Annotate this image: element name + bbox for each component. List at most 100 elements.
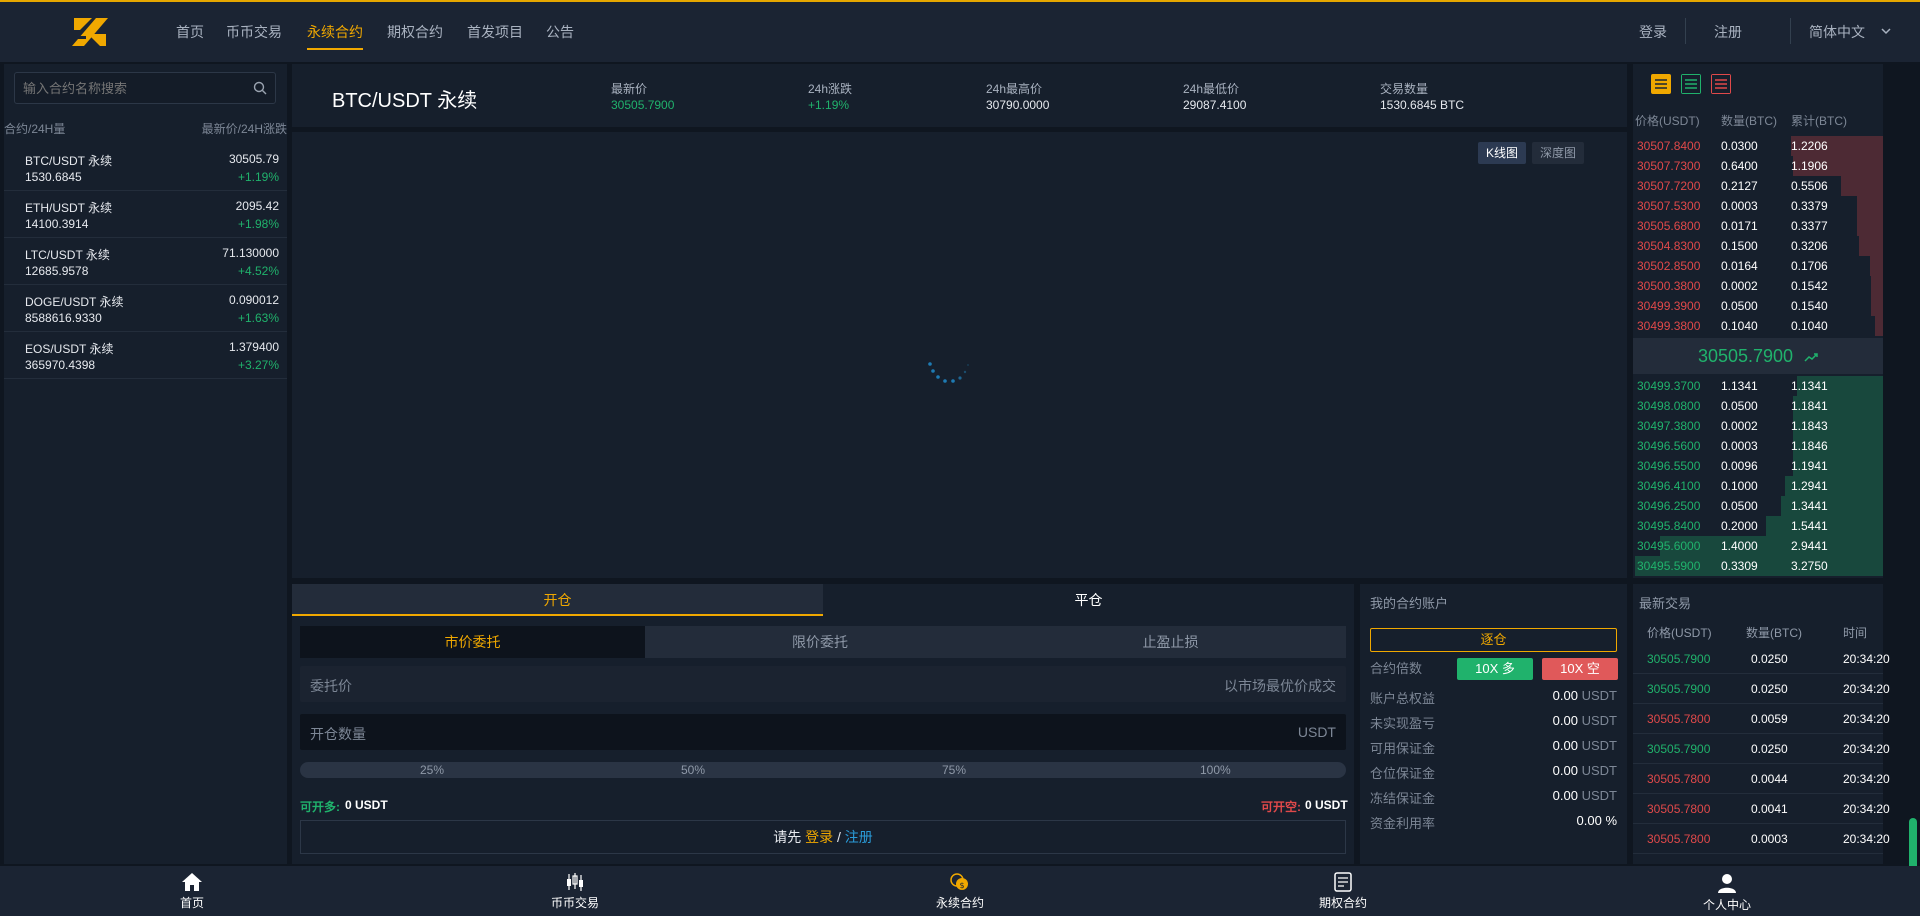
order-price-label: 委托价 bbox=[310, 678, 352, 694]
chart-area[interactable]: K线图 深度图 bbox=[292, 132, 1627, 578]
ask-row[interactable]: 30499.3900 0.0500 0.1540 bbox=[1633, 296, 1883, 316]
bottom-nav-spot[interactable]: 币币交易 bbox=[535, 872, 615, 911]
bid-row[interactable]: 30497.3800 0.0002 1.1843 bbox=[1633, 416, 1883, 436]
ask-row[interactable]: 30507.7200 0.2127 0.5506 bbox=[1633, 176, 1883, 196]
trade-price: 30505.7800 bbox=[1647, 712, 1711, 726]
bid-price: 30496.4100 bbox=[1637, 479, 1701, 493]
tab-market-order[interactable]: 市价委托 bbox=[300, 626, 645, 658]
book-asks-icon[interactable] bbox=[1711, 74, 1731, 94]
bottom-nav-label: 永续合约 bbox=[935, 896, 984, 910]
language-select[interactable]: 简体中文 bbox=[1809, 22, 1865, 42]
mid-price-value: 30505.7900 bbox=[1697, 346, 1794, 366]
login-prompt-register-link[interactable]: 注册 bbox=[845, 829, 873, 845]
market-price: 30505.79 bbox=[228, 152, 279, 166]
login-link[interactable]: 登录 bbox=[1639, 22, 1667, 42]
market-row-eos[interactable]: EOS/USDT 永续 365970.4398 1.379400 +3.27% bbox=[4, 332, 287, 379]
position-margin-label: 仓位保证金 bbox=[1370, 766, 1436, 781]
bid-row[interactable]: 30499.3700 1.1341 1.1341 bbox=[1633, 376, 1883, 396]
nav-home[interactable]: 首页 bbox=[176, 22, 204, 42]
bid-row[interactable]: 30495.5900 0.3309 3.2750 bbox=[1633, 556, 1883, 576]
book-bids-icon[interactable] bbox=[1681, 74, 1701, 94]
isolated-margin-button[interactable]: 逐仓 bbox=[1370, 628, 1617, 652]
ask-qty: 0.6400 bbox=[1721, 159, 1758, 173]
last-price-label: 最新价 bbox=[611, 82, 648, 96]
bid-row[interactable]: 30495.6000 1.4000 2.9441 bbox=[1633, 536, 1883, 556]
bottom-nav-label: 首页 bbox=[179, 896, 204, 910]
leverage-short-button[interactable]: 10X 空 bbox=[1542, 658, 1618, 680]
bid-qty: 0.2000 bbox=[1721, 519, 1758, 533]
ask-cum: 0.3379 bbox=[1791, 199, 1828, 213]
tab-depth[interactable]: 深度图 bbox=[1532, 142, 1585, 164]
coins-icon: $ bbox=[950, 873, 968, 890]
tab-close-position[interactable]: 平仓 bbox=[823, 584, 1354, 616]
ask-row[interactable]: 30507.8400 0.0300 1.2206 bbox=[1633, 136, 1883, 156]
market-volume: 365970.4398 bbox=[25, 358, 96, 372]
trade-row: 30505.7900 0.0250 20:34:20 bbox=[1633, 674, 1890, 704]
ask-row[interactable]: 30502.8500 0.0164 0.1706 bbox=[1633, 256, 1883, 276]
leverage-long-button[interactable]: 10X 多 bbox=[1457, 658, 1533, 680]
ask-row[interactable]: 30505.6800 0.0171 0.3377 bbox=[1633, 216, 1883, 236]
tab-open-position[interactable]: 开仓 bbox=[292, 584, 823, 616]
pct-50[interactable]: 50% bbox=[681, 763, 705, 777]
order-qty-field[interactable]: 开仓数量 USDT bbox=[300, 714, 1346, 750]
login-prompt-login-link[interactable]: 登录 bbox=[805, 829, 833, 845]
ask-qty: 0.0171 bbox=[1721, 219, 1758, 233]
logo-icon[interactable] bbox=[72, 14, 108, 50]
ask-qty: 0.2127 bbox=[1721, 179, 1758, 193]
market-row-ltc[interactable]: LTC/USDT 永续 12685.9578 71.130000 +4.52% bbox=[4, 238, 287, 285]
market-row-eth[interactable]: ETH/USDT 永续 14100.3914 2095.42 +1.98% bbox=[4, 191, 287, 238]
market-search-input[interactable] bbox=[15, 73, 245, 103]
bid-row[interactable]: 30496.5600 0.0003 1.1846 bbox=[1633, 436, 1883, 456]
bid-row[interactable]: 30496.2500 0.0500 1.3441 bbox=[1633, 496, 1883, 516]
order-book-panel: 价格(USDT) 数量(BTC) 累计(BTC) 30507.8400 0.030… bbox=[1633, 64, 1883, 578]
search-icon[interactable] bbox=[253, 81, 267, 95]
bottom-nav-perpetual[interactable]: $ 永续合约 bbox=[920, 872, 1000, 911]
order-price-field[interactable]: 委托价 以市场最优价成交 bbox=[300, 666, 1346, 702]
bottom-nav-home[interactable]: 首页 bbox=[152, 872, 232, 911]
bid-qty: 0.1000 bbox=[1721, 479, 1758, 493]
trade-time: 20:34:20 bbox=[1843, 742, 1890, 756]
bid-row[interactable]: 30496.4100 0.1000 1.2941 bbox=[1633, 476, 1883, 496]
ask-row[interactable]: 30507.7300 0.6400 1.1906 bbox=[1633, 156, 1883, 176]
bottom-nav-profile[interactable]: 个人中心 bbox=[1687, 872, 1767, 913]
bid-cum: 1.5441 bbox=[1791, 519, 1828, 533]
bottom-nav-label: 期权合约 bbox=[1318, 896, 1367, 910]
tab-kline[interactable]: K线图 bbox=[1478, 142, 1527, 164]
pct-100[interactable]: 100% bbox=[1200, 763, 1231, 777]
nav-perpetual[interactable]: 永续合约 bbox=[307, 22, 363, 50]
ask-row[interactable]: 30507.5300 0.0003 0.3379 bbox=[1633, 196, 1883, 216]
pct-75[interactable]: 75% bbox=[942, 763, 966, 777]
ask-row[interactable]: 30500.3800 0.0002 0.1542 bbox=[1633, 276, 1883, 296]
order-type-tabs: 市价委托 限价委托 止盈止损 bbox=[300, 626, 1346, 658]
chevron-down-icon[interactable] bbox=[1880, 26, 1892, 36]
trade-price: 30505.7800 bbox=[1647, 832, 1711, 846]
register-link[interactable]: 注册 bbox=[1714, 22, 1742, 42]
market-row-btc[interactable]: BTC/USDT 永续 1530.6845 30505.79 +1.19% bbox=[4, 144, 287, 191]
trade-price: 30505.7900 bbox=[1647, 682, 1711, 696]
bid-cum: 1.3441 bbox=[1791, 499, 1828, 513]
ask-row[interactable]: 30504.8300 0.1500 0.3206 bbox=[1633, 236, 1883, 256]
trade-time: 20:34:20 bbox=[1843, 832, 1890, 846]
ask-row[interactable]: 30499.3800 0.1040 0.1040 bbox=[1633, 316, 1883, 336]
nav-announcements[interactable]: 公告 bbox=[546, 22, 574, 42]
bottom-nav-options[interactable]: 期权合约 bbox=[1303, 872, 1383, 911]
tab-tpsl-order[interactable]: 止盈止损 bbox=[995, 626, 1346, 658]
nav-spot[interactable]: 币币交易 bbox=[226, 22, 282, 42]
ticker-header: BTC/USDT 永续 最新价 30505.7900 24h涨跌 +1.19% … bbox=[292, 64, 1627, 127]
bid-qty: 0.3309 bbox=[1721, 559, 1758, 573]
candlestick-icon bbox=[567, 873, 583, 891]
market-row-doge[interactable]: DOGE/USDT 永续 8588616.9330 0.090012 +1.63… bbox=[4, 285, 287, 332]
trade-qty: 0.0059 bbox=[1751, 712, 1788, 726]
bid-row[interactable]: 30495.8400 0.2000 1.5441 bbox=[1633, 516, 1883, 536]
nav-options[interactable]: 期权合约 bbox=[387, 22, 443, 42]
pct-25[interactable]: 25% bbox=[420, 763, 444, 777]
ask-qty: 0.0164 bbox=[1721, 259, 1758, 273]
tab-limit-order[interactable]: 限价委托 bbox=[645, 626, 995, 658]
bid-row[interactable]: 30496.5500 0.0096 1.1941 bbox=[1633, 456, 1883, 476]
trade-price: 30505.7800 bbox=[1647, 772, 1711, 786]
nav-launchpad[interactable]: 首发项目 bbox=[467, 22, 523, 42]
available-margin-value: 0.00 USDT bbox=[1552, 738, 1617, 753]
percent-slider[interactable]: 25% 50% 75% 100% bbox=[300, 762, 1346, 778]
bid-row[interactable]: 30498.0800 0.0500 1.1841 bbox=[1633, 396, 1883, 416]
book-both-icon[interactable] bbox=[1651, 74, 1671, 94]
